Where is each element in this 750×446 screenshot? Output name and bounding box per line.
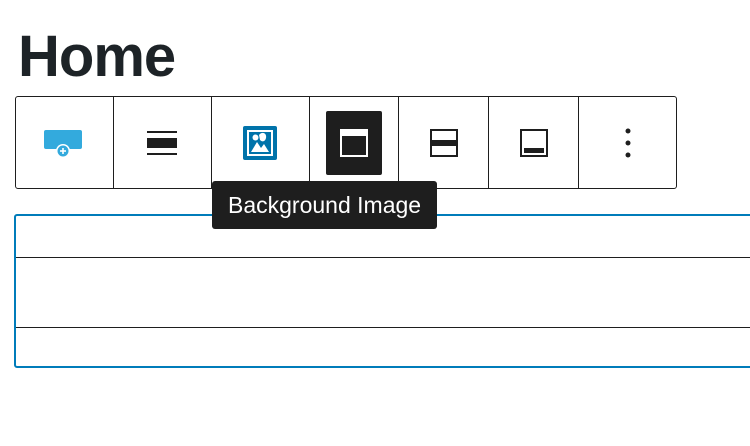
cover-block[interactable] [14,214,750,368]
image-add-icon [43,127,85,159]
full-height-button[interactable] [310,97,400,188]
align-button[interactable] [114,97,212,188]
block-divider [16,257,750,258]
position-center-icon [429,128,459,158]
background-image-icon [242,125,278,161]
align-center-icon [146,128,178,158]
page-title: Home [18,24,176,89]
editor-canvas: Home Background Image [0,0,750,446]
block-divider [16,327,750,328]
content-position-bottom-button[interactable] [489,97,580,188]
fullscreen-icon [326,110,382,175]
more-vertical-icon [624,127,632,159]
position-bottom-icon [519,128,549,158]
block-toolbar [15,96,677,189]
background-image-button[interactable] [212,97,310,188]
content-position-center-button[interactable] [399,97,490,188]
add-media-button[interactable] [16,97,114,188]
more-options-button[interactable] [579,97,676,188]
tooltip: Background Image [212,181,438,229]
